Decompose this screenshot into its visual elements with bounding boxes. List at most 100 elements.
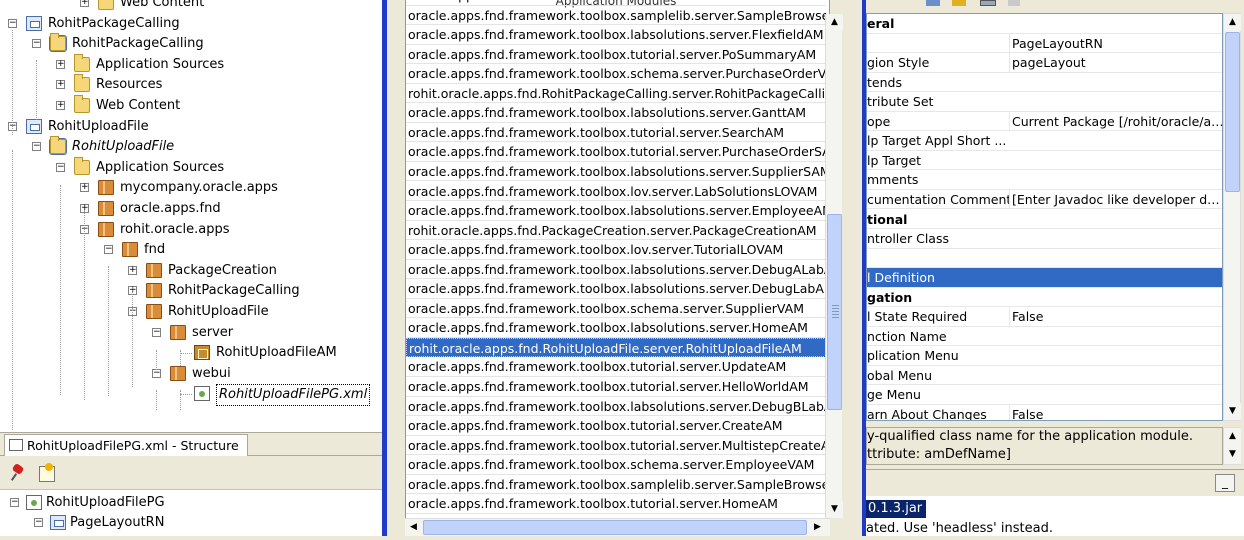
tree-node[interactable]: + Web Content — [0, 95, 382, 116]
property-row[interactable]: tribute Set — [867, 92, 1222, 112]
collapse-icon[interactable]: − — [56, 162, 65, 172]
scroll-up-icon[interactable]: ▲ — [826, 14, 843, 31]
tree-node[interactable]: + Resources — [0, 74, 382, 95]
property-row[interactable]: lp Target Appl Short ... — [867, 131, 1222, 151]
structure-node[interactable]: − RohitUploadFilePG — [0, 493, 382, 513]
tree-node[interactable]: − Application Sources — [0, 156, 382, 178]
tree-node[interactable]: + PackageCreation — [0, 261, 382, 281]
scroll-left-icon[interactable]: ◀ — [405, 519, 422, 536]
property-row[interactable]: nction Name — [867, 327, 1222, 347]
expand-icon[interactable]: + — [128, 265, 137, 275]
app-module-item[interactable]: rohit.oracle.apps.fnd.RohitUploadFile.se… — [406, 337, 826, 358]
tree-node[interactable]: − fnd — [0, 240, 382, 260]
app-module-item[interactable]: rohit.oracle.apps.fnd.RohitPackageCallin… — [406, 84, 826, 104]
description-scrollbar[interactable]: ▲ ▼ — [1223, 427, 1241, 465]
scroll-down-icon[interactable]: ▼ — [1224, 403, 1241, 420]
expand-icon[interactable]: + — [80, 0, 89, 7]
scroll-down-icon[interactable]: ▼ — [826, 501, 843, 518]
property-value[interactable]: False — [1009, 405, 1222, 420]
property-row[interactable]: plication Menu — [867, 346, 1222, 366]
scroll-down-icon[interactable]: ▼ — [1224, 446, 1241, 464]
property-row[interactable]: ge Menu — [867, 385, 1222, 405]
toolbar-icon-b[interactable] — [952, 0, 966, 6]
property-row[interactable]: tends — [867, 73, 1222, 93]
collapse-icon[interactable]: − — [152, 368, 161, 378]
tree-node[interactable]: RohitUploadFilePG.xml — [0, 384, 382, 407]
app-module-item[interactable]: oracle.apps.fnd.framework.toolbox.labsol… — [406, 103, 826, 123]
structure-tab[interactable]: RohitUploadFilePG.xml - Structure — [4, 434, 248, 456]
collapse-icon[interactable]: − — [104, 245, 113, 255]
property-row[interactable] — [867, 249, 1222, 269]
app-module-item[interactable]: oracle.apps.fnd.framework.toolbox.labsol… — [406, 162, 826, 182]
property-scrollbar[interactable]: ▲ ▼ — [1223, 13, 1241, 421]
app-module-item[interactable]: oracle.apps.fnd.framework.toolbox.lov.se… — [406, 240, 826, 260]
app-module-item[interactable]: oracle.apps.fnd.framework.toolbox.labsol… — [406, 201, 826, 221]
property-value[interactable]: Current Package [/rohit/oracle/apps/fnd/… — [1009, 111, 1222, 132]
property-category[interactable]: gation — [867, 288, 1222, 308]
collapse-icon[interactable]: − — [10, 498, 19, 507]
app-module-item[interactable]: oracle.apps.fnd.framework.toolbox.tutori… — [406, 494, 826, 514]
app-module-item[interactable]: oracle.apps.fnd.framework.toolbox.schema… — [406, 64, 826, 84]
tree-node[interactable]: + mycompany.oracle.apps — [0, 178, 382, 198]
property-row[interactable]: cumentation Comment [Enter Javadoc like d… — [867, 189, 1222, 210]
tree-node[interactable]: − webui — [0, 364, 382, 384]
property-value[interactable]: False — [1009, 307, 1222, 327]
property-row[interactable]: ope Current Package [/rohit/oracle/apps/f… — [867, 111, 1222, 132]
tree-node[interactable]: − RohitUploadFile — [0, 136, 382, 157]
tree-node[interactable]: − rohit.oracle.apps — [0, 220, 382, 240]
property-table[interactable]: eral PageLayoutRN gion Style pageLayout tend… — [866, 13, 1223, 421]
collapse-icon[interactable]: − — [8, 18, 17, 28]
app-module-item[interactable]: oracle.apps.fnd.framework.toolbox.tutori… — [406, 142, 826, 162]
app-module-item[interactable]: oracle.apps.fnd.framework.toolbox.tutori… — [406, 123, 826, 143]
collapse-icon[interactable]: − — [32, 142, 41, 152]
toolbar-icon-a[interactable] — [926, 0, 940, 6]
app-module-item[interactable]: oracle.apps.fnd.framework.toolbox.tutori… — [406, 416, 826, 436]
property-row[interactable]: gion Style pageLayout — [867, 53, 1222, 73]
list-vertical-scrollbar[interactable]: ▲ ▼ — [825, 14, 843, 518]
scroll-up-icon[interactable]: ▲ — [1224, 428, 1241, 446]
scroll-up-icon[interactable]: ▲ — [1224, 14, 1241, 31]
tree-node[interactable]: − RohitPackageCalling — [0, 14, 382, 34]
app-module-item[interactable]: oracle.apps.fnd.framework.toolbox.labsol… — [406, 318, 826, 338]
toolbar-icon-c[interactable] — [980, 0, 996, 6]
property-value[interactable]: [Enter Javadoc like developer documentat… — [1009, 189, 1222, 210]
property-row[interactable]: lp Target — [867, 151, 1222, 171]
tree-node[interactable]: − RohitUploadFile — [0, 302, 382, 322]
property-value[interactable]: PageLayoutRN — [1009, 33, 1222, 54]
app-module-item[interactable]: oracle.apps.fnd.framework.toolbox.sample… — [406, 6, 826, 26]
hscroll-thumb[interactable] — [423, 520, 807, 535]
app-module-item[interactable]: oracle.apps.fnd.framework.toolbox.labsol… — [406, 397, 826, 417]
list-horizontal-scrollbar[interactable]: ◀ ▶ — [405, 518, 830, 536]
property-row[interactable]: l State Required False — [867, 307, 1222, 327]
tree-node[interactable]: − RohitUploadFile — [0, 117, 382, 137]
app-module-item[interactable]: oracle.apps.fnd.framework.toolbox.schema… — [406, 455, 826, 475]
property-scroll-thumb[interactable] — [1225, 32, 1240, 192]
app-module-item[interactable]: oracle.apps.fnd.framework.toolbox.tutori… — [406, 357, 826, 377]
app-module-item[interactable]: oracle.apps.fnd.framework.toolbox.labsol… — [406, 260, 826, 280]
toolbar-icon-d[interactable] — [1008, 0, 1020, 6]
property-row[interactable]: arn About Changes False — [867, 405, 1222, 420]
app-module-item[interactable]: oracle.apps.fnd.framework.toolbox.labsol… — [406, 25, 826, 45]
property-row[interactable]: mments — [867, 170, 1222, 190]
expand-icon[interactable]: + — [56, 59, 65, 69]
expand-icon[interactable]: + — [56, 80, 65, 90]
expand-icon[interactable]: + — [80, 183, 89, 193]
scroll-right-icon[interactable]: ▶ — [809, 519, 826, 536]
app-module-item[interactable]: oracle.apps.fnd.framework.toolbox.sample… — [406, 475, 826, 495]
app-module-item[interactable]: oracle.apps.fnd.framework.toolbox.labsol… — [406, 279, 826, 299]
expand-icon[interactable]: + — [56, 101, 65, 110]
navigator-tree[interactable]: + Web Content − RohitPackageCalling − RohitPa… — [0, 0, 382, 430]
log-selected-jar[interactable]: 0.1.3.jar — [866, 500, 927, 518]
collapse-icon[interactable]: − — [34, 518, 43, 527]
property-row[interactable]: obal Menu — [867, 366, 1222, 386]
app-module-item[interactable]: oracle.apps.fnd.framework.toolbox.tutori… — [406, 377, 826, 397]
property-row[interactable]: ntroller Class — [867, 229, 1222, 249]
minimize-icon[interactable]: _ — [1215, 474, 1235, 492]
app-module-item[interactable]: oracle.apps.fnd.framework.toolbox.tutori… — [406, 45, 826, 65]
structure-tree[interactable]: − RohitUploadFilePG − PageLayoutRN — [0, 490, 382, 540]
structure-node[interactable]: − PageLayoutRN — [0, 513, 382, 533]
pin-icon[interactable] — [8, 462, 30, 484]
property-row[interactable]: l Definition — [867, 268, 1222, 288]
tree-node[interactable]: + RohitPackageCalling — [0, 281, 382, 301]
app-module-item[interactable]: rohit.oracle.apps.fnd.PackageCreation.se… — [406, 221, 826, 241]
